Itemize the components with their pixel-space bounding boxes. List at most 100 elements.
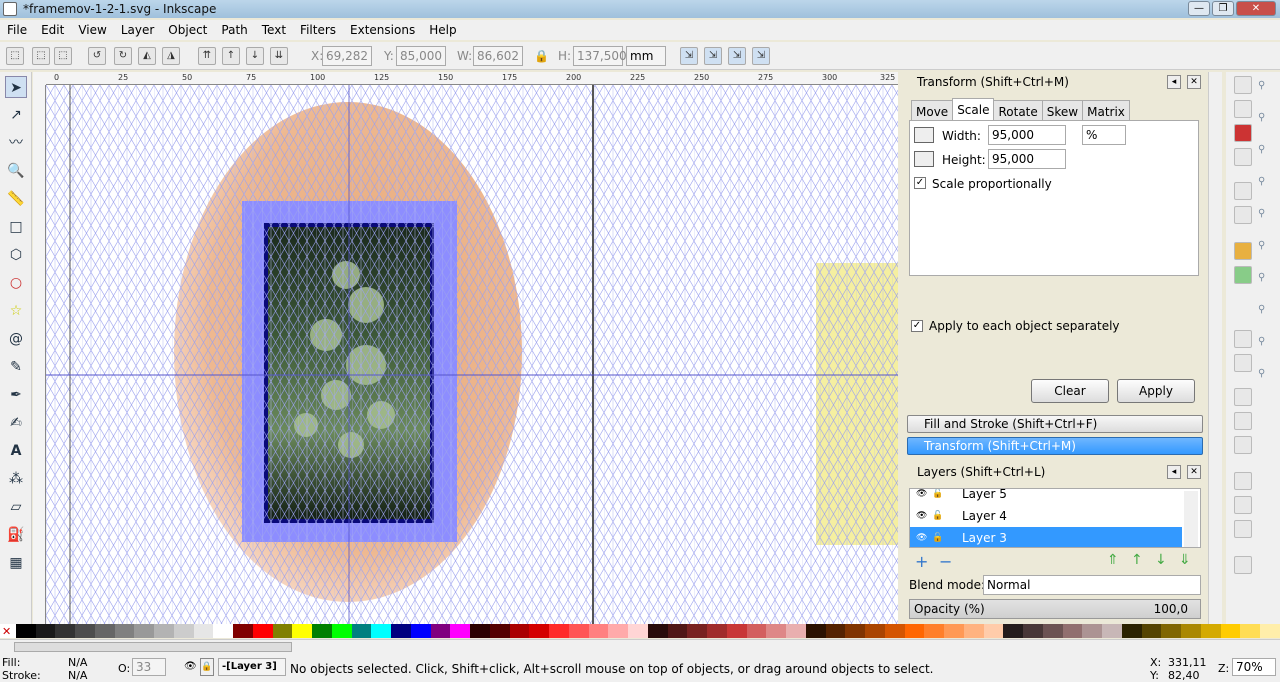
eye-icon[interactable]: 👁 (916, 527, 927, 547)
layer-row[interactable]: 👁 🔓 Layer 5 (910, 489, 1182, 505)
snap-center-icon[interactable]: ⚲ (1258, 272, 1272, 286)
raise-icon[interactable]: ↑ (222, 47, 240, 65)
snap-grid-icon[interactable]: ⚲ (1258, 336, 1272, 350)
menu-path[interactable]: Path (214, 23, 254, 37)
menu-help[interactable]: Help (422, 23, 463, 37)
eraser-tool-icon[interactable]: ▱ (5, 496, 27, 518)
tab-move[interactable]: Move (911, 100, 954, 122)
rectangle-tool-icon[interactable]: □ (5, 216, 27, 238)
layer-row[interactable]: 👁 🔓 Layer 4 (910, 505, 1182, 527)
undo-icon[interactable] (1234, 242, 1252, 260)
unit-select[interactable]: mm (626, 46, 666, 66)
tweak-tool-icon[interactable]: 〰 (5, 132, 27, 154)
spray-tool-icon[interactable]: ⁂ (5, 468, 27, 490)
flip-vertical-icon[interactable]: ◮ (162, 47, 180, 65)
save-icon[interactable] (1234, 124, 1252, 142)
rotate-cw-icon[interactable]: ↻ (114, 47, 132, 65)
menu-layer[interactable]: Layer (114, 23, 161, 37)
fill-stroke-collapsed-bar[interactable]: Fill and Stroke (Shift+Ctrl+F) (907, 415, 1203, 433)
3d-box-tool-icon[interactable]: ⬡ (5, 244, 27, 266)
raise-to-top-icon[interactable]: ⇈ (198, 47, 216, 65)
scale-proportionally-checkbox[interactable]: ✓ (914, 177, 926, 189)
clone-icon[interactable] (1234, 496, 1252, 514)
rotate-ccw-icon[interactable]: ↺ (88, 47, 106, 65)
ellipse-tool-icon[interactable]: ○ (5, 272, 27, 294)
snap-page-icon[interactable]: ⚲ (1258, 368, 1272, 382)
dock-scrollbar[interactable] (1208, 72, 1222, 624)
measure-tool-icon[interactable]: 📏 (5, 188, 27, 210)
current-layer-select[interactable]: -[Layer 3] (218, 658, 286, 676)
zoom-input[interactable]: 70% (1232, 658, 1276, 676)
snap-midpoint-icon[interactable]: ⚲ (1258, 240, 1272, 254)
pencil-tool-icon[interactable]: ✎ (5, 356, 27, 378)
layer-visibility-icon[interactable]: 👁 (184, 661, 197, 672)
menu-view[interactable]: View (71, 23, 113, 37)
print-icon[interactable] (1234, 148, 1252, 166)
node-tool-icon[interactable]: ↗ (5, 104, 27, 126)
lock-icon[interactable]: 🔓 (932, 505, 943, 527)
deselect-icon[interactable]: ⬚ (54, 47, 72, 65)
lock-icon[interactable]: 🔒 (534, 49, 549, 63)
paint-bucket-tool-icon[interactable]: ⛽ (5, 524, 27, 546)
close-icon[interactable]: ✕ (1187, 75, 1201, 89)
snap-bbox-icon[interactable]: ⚲ (1258, 112, 1272, 126)
export-icon[interactable] (1234, 206, 1252, 224)
spiral-tool-icon[interactable]: @ (5, 328, 27, 350)
text-tool-icon[interactable]: A (5, 440, 27, 462)
tab-matrix[interactable]: Matrix (1082, 100, 1130, 122)
layers-iconify-icon[interactable]: ◂ (1167, 465, 1181, 479)
selector-tool-icon[interactable]: ➤ (5, 76, 27, 98)
apply-button[interactable]: Apply (1117, 379, 1195, 403)
color-palette[interactable]: ✕ (0, 624, 1280, 638)
snap-toggle-icon[interactable]: ⚲ (1258, 80, 1272, 94)
scale-corners-icon[interactable]: ⇲ (704, 47, 722, 65)
opacity-o-input[interactable]: 33 (132, 658, 166, 676)
cut-icon[interactable] (1234, 330, 1252, 348)
drawing-canvas[interactable] (46, 85, 898, 624)
eye-icon[interactable]: 👁 (916, 489, 927, 505)
new-document-icon[interactable] (1234, 76, 1252, 94)
width-input[interactable]: 95,000 (988, 125, 1066, 145)
lower-to-bottom-icon[interactable]: ⇊ (270, 47, 288, 65)
layer-to-top-icon[interactable]: ⇑ (1107, 552, 1119, 568)
no-paint-swatch[interactable]: ✕ (0, 624, 16, 638)
layer-lower-icon[interactable]: ↓ (1155, 552, 1167, 568)
horizontal-scroll-thumb[interactable] (14, 642, 292, 652)
lower-icon[interactable]: ↓ (246, 47, 264, 65)
star-tool-icon[interactable]: ☆ (5, 300, 27, 322)
layer-lock-icon[interactable]: 🔒 (200, 658, 214, 676)
h-input[interactable]: 137,500 (573, 46, 627, 66)
zoom-drawing-icon[interactable] (1234, 412, 1252, 430)
height-input[interactable]: 95,000 (988, 149, 1066, 169)
clear-button[interactable]: Clear (1031, 379, 1109, 403)
scale-stroke-icon[interactable]: ⇲ (680, 47, 698, 65)
layers-scrollbar[interactable] (1184, 491, 1198, 547)
lock-icon[interactable]: 🔓 (932, 527, 943, 547)
w-input[interactable]: 86,602 (473, 46, 523, 66)
pen-tool-icon[interactable]: ✒ (5, 384, 27, 406)
horizontal-scrollbar[interactable] (0, 639, 1280, 653)
y-input[interactable]: 85,000 (396, 46, 446, 66)
tab-scale[interactable]: Scale (952, 98, 995, 122)
scale-unit-select[interactable]: % (1082, 125, 1126, 145)
eye-icon[interactable]: 👁 (916, 505, 927, 527)
maximize-button[interactable]: ❐ (1212, 1, 1234, 16)
import-icon[interactable] (1234, 182, 1252, 200)
select-all-layers-icon[interactable]: ⬚ (32, 47, 50, 65)
snap-paths-icon[interactable]: ⚲ (1258, 176, 1272, 190)
lock-icon[interactable]: 🔓 (932, 489, 943, 505)
horizontal-ruler[interactable]: 0 25 50 75 100 125 150 175 200 225 250 2… (46, 72, 898, 85)
gradient-tool-icon[interactable]: ▦ (5, 552, 27, 574)
transform-collapsed-bar[interactable]: Transform (Shift+Ctrl+M) (907, 437, 1203, 455)
tab-rotate[interactable]: Rotate (993, 100, 1043, 122)
apply-each-checkbox[interactable]: ✓ (911, 320, 923, 332)
add-layer-icon[interactable]: + (915, 552, 928, 571)
zoom-selection-icon[interactable] (1234, 388, 1252, 406)
layer-row-selected[interactable]: 👁 🔓 Layer 3 (910, 527, 1182, 547)
menu-filters[interactable]: Filters (293, 23, 343, 37)
layers-close-icon[interactable]: ✕ (1187, 465, 1201, 479)
snap-intersection-icon[interactable]: ⚲ (1258, 208, 1272, 222)
menu-file[interactable]: File (0, 23, 34, 37)
iconify-icon[interactable]: ◂ (1167, 75, 1181, 89)
menu-extensions[interactable]: Extensions (343, 23, 422, 37)
